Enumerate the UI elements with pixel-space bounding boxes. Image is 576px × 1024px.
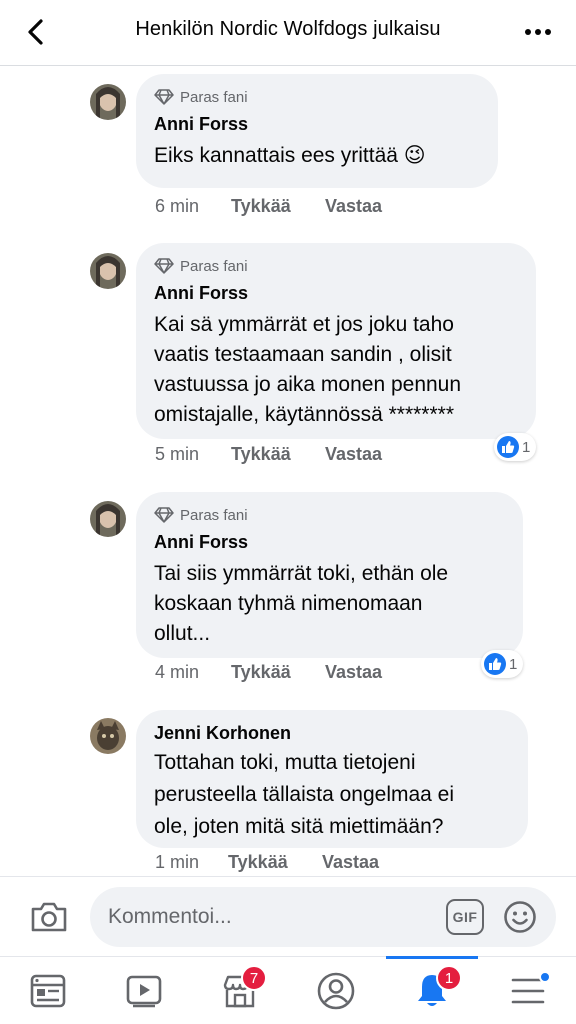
more-horizontal-icon	[525, 29, 551, 35]
comment-text: Tottahan toki, mutta tietojeni perusteel…	[154, 751, 455, 838]
notifications-badge: 1	[436, 965, 462, 991]
tab-news-feed[interactable]	[0, 957, 96, 1024]
timestamp: 6 min	[155, 196, 200, 216]
avatar-photo-icon	[90, 501, 126, 537]
avatar[interactable]	[90, 718, 126, 754]
reply-button[interactable]: Vastaa	[325, 662, 382, 683]
video-play-icon	[126, 975, 162, 1008]
reaction-summary[interactable]: 1	[481, 650, 524, 678]
like-button[interactable]: Tykkää	[228, 852, 322, 873]
like-button[interactable]: Tykkää	[231, 444, 325, 465]
comment-bubble[interactable]: Paras fani Anni Forss Tai siis ymmärrät …	[136, 492, 523, 658]
page-title: Henkilön Nordic Wolfdogs julkaisu	[135, 18, 441, 40]
fan-badge: Paras fani	[154, 87, 480, 107]
badge-label: Paras fani	[180, 88, 248, 106]
camera-icon	[31, 902, 67, 932]
avatar[interactable]	[90, 501, 126, 537]
badge-label: Paras fani	[180, 506, 248, 524]
comment-composer: GIF	[0, 876, 576, 956]
author-name[interactable]: Anni Forss	[154, 531, 505, 553]
avatar-photo-icon	[90, 718, 126, 754]
tab-menu[interactable]	[480, 957, 576, 1024]
avatar[interactable]	[90, 253, 126, 289]
gif-button[interactable]: GIF	[446, 899, 484, 935]
fan-badge: Paras fani	[154, 505, 505, 525]
comment-bubble[interactable]: Jenni Korhonen Tottahan toki, mutta tiet…	[136, 710, 528, 848]
avatar-photo-icon	[90, 253, 126, 289]
comment-text: Kai sä ymmärrät et jos joku taho vaatis …	[154, 313, 462, 426]
tab-notifications[interactable]: 1	[384, 956, 480, 1024]
emoji-button[interactable]	[502, 899, 538, 935]
author-name[interactable]: Jenni Korhonen	[154, 722, 510, 744]
bottom-tab-bar: 7 1	[0, 956, 576, 1024]
comment-actions: 5 min Tykkää Vastaa	[155, 444, 382, 465]
like-reaction-icon	[497, 436, 519, 458]
fan-badge: Paras fani	[154, 256, 518, 276]
profile-icon	[317, 972, 355, 1010]
avatar[interactable]	[90, 84, 126, 120]
timestamp: 4 min	[155, 662, 200, 682]
marketplace-badge: 7	[241, 965, 267, 991]
reaction-summary[interactable]: 1	[494, 433, 537, 461]
smiley-icon	[504, 901, 536, 933]
reply-button[interactable]: Vastaa	[325, 444, 382, 465]
camera-button[interactable]	[28, 897, 70, 937]
comment-bubble[interactable]: Paras fani Anni Forss Eiks kannattais ee…	[136, 74, 498, 188]
comment-input[interactable]	[90, 887, 556, 947]
comment-actions: 1 min Tykkää Vastaa	[155, 852, 379, 873]
comment-actions: 6 min Tykkää Vastaa	[155, 196, 382, 217]
comment-text: Tai siis ymmärrät toki, ethän ole koskaa…	[154, 562, 449, 645]
comment-text: Eiks kannattais ees yrittää 😉	[154, 144, 426, 167]
badge-label: Paras fani	[180, 257, 248, 275]
like-button[interactable]: Tykkää	[231, 662, 325, 683]
newsfeed-icon	[30, 974, 66, 1008]
author-name[interactable]: Anni Forss	[154, 282, 518, 304]
tab-marketplace[interactable]: 7	[192, 957, 288, 1024]
timestamp: 1 min	[155, 852, 200, 872]
top-bar: Henkilön Nordic Wolfdogs julkaisu	[0, 0, 576, 66]
reply-button[interactable]: Vastaa	[325, 196, 382, 217]
diamond-icon	[154, 258, 174, 274]
timestamp: 5 min	[155, 444, 200, 464]
tab-watch[interactable]	[96, 957, 192, 1024]
diamond-icon	[154, 507, 174, 523]
diamond-icon	[154, 89, 174, 105]
back-button[interactable]	[14, 12, 58, 52]
reply-button[interactable]: Vastaa	[322, 852, 379, 873]
chevron-left-icon	[28, 19, 43, 45]
comment-actions: 4 min Tykkää Vastaa	[155, 662, 382, 683]
comment-bubble[interactable]: Paras fani Anni Forss Kai sä ymmärrät et…	[136, 243, 536, 439]
reaction-count: 1	[522, 438, 531, 456]
like-reaction-icon	[484, 653, 506, 675]
menu-indicator-dot	[539, 971, 551, 983]
author-name[interactable]: Anni Forss	[154, 113, 480, 135]
like-button[interactable]: Tykkää	[231, 196, 325, 217]
tab-profile[interactable]	[288, 957, 384, 1024]
avatar-photo-icon	[90, 84, 126, 120]
reaction-count: 1	[509, 655, 518, 673]
more-options-button[interactable]	[514, 12, 562, 52]
